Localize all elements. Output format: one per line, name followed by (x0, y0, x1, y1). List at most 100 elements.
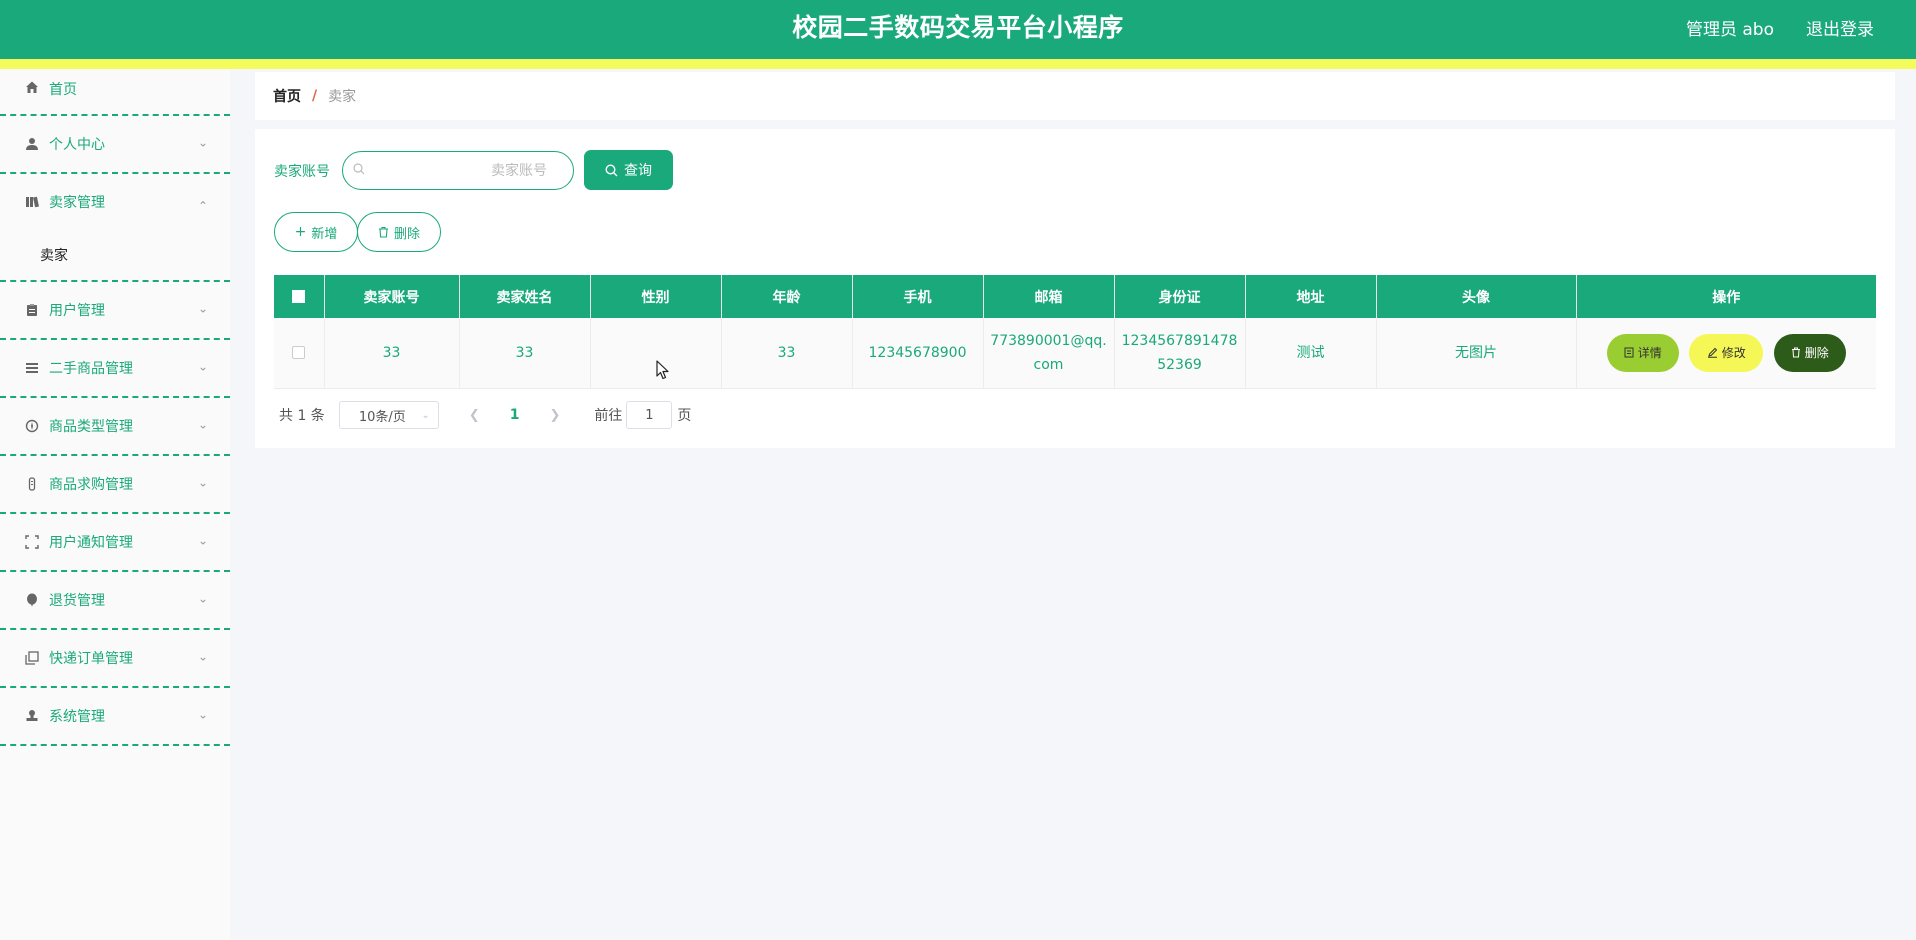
column-header: 性别 (590, 275, 722, 318)
sidebar-item-label: 商品类型管理 (49, 419, 133, 435)
user-icon (24, 136, 40, 152)
chevron-down-icon: ⌄ (197, 301, 208, 316)
cell-phone: 12345678900 (852, 318, 984, 389)
search-input-wrapper[interactable] (342, 151, 574, 190)
goto-suffix: 页 (677, 408, 692, 424)
breadcrumb-current: 卖家 (328, 89, 357, 105)
seller-table: 卖家账号 卖家姓名 性别 年龄 手机 邮箱 身份证 地址 头像 操作 33 33… (274, 275, 1876, 389)
sidebar-item-goods-request[interactable]: 商品求购管理 ⌄ (0, 456, 230, 514)
detail-button[interactable]: 详情 (1606, 333, 1679, 372)
chevron-up-icon: ⌃ (197, 199, 208, 214)
mic-icon (24, 476, 40, 492)
chevron-down-icon: ⌄ (197, 475, 208, 490)
column-header: 邮箱 (983, 275, 1115, 318)
sidebar-item-label: 系统管理 (49, 709, 105, 725)
page-size-value: 10条/页 (358, 409, 406, 425)
batch-delete-button[interactable]: 删除 (357, 212, 441, 252)
stamp-icon (24, 708, 40, 724)
mouse-cursor-icon (656, 360, 669, 380)
app-title: 校园二手数码交易平台小程序 (792, 13, 1124, 42)
sidebar-item-label: 快递订单管理 (49, 651, 133, 667)
sidebar-item-seller-management[interactable]: 卖家管理 ⌃ (0, 174, 230, 230)
chevron-down-icon: ⌄ (197, 417, 208, 432)
sidebar-item-label: 用户通知管理 (49, 535, 133, 551)
search-icon (353, 163, 367, 178)
search-icon (605, 163, 618, 176)
sidebar-item-label: 卖家管理 (49, 195, 105, 211)
delete-button-label: 删除 (1804, 345, 1829, 360)
sidebar-item-label: 退货管理 (49, 593, 105, 609)
copy-icon (24, 650, 40, 666)
add-button-label: 新增 (311, 226, 338, 242)
fullscreen-icon (24, 534, 40, 550)
chevron-down-icon: ⌄ (421, 409, 430, 421)
sidebar-item-label: 二手商品管理 (49, 361, 133, 377)
next-page-icon[interactable]: ❯ (549, 408, 560, 423)
sidebar-item-label: 商品求购管理 (49, 477, 133, 493)
column-header: 地址 (1245, 275, 1377, 318)
sidebar-item-system[interactable]: 系统管理 ⌄ (0, 688, 230, 746)
row-checkbox[interactable] (292, 346, 306, 360)
compass-icon (24, 418, 40, 434)
column-header: 卖家账号 (324, 275, 460, 318)
query-button[interactable]: 查询 (584, 150, 673, 190)
pencil-icon (1707, 348, 1717, 359)
edit-button[interactable]: 修改 (1689, 333, 1764, 372)
chevron-down-icon: ⌄ (197, 135, 208, 150)
trash-icon (378, 226, 388, 238)
trash-icon (1791, 347, 1800, 358)
cell-name: 33 (459, 318, 591, 389)
add-button[interactable]: + 新增 (274, 212, 358, 252)
sidebar-item-profile[interactable]: 个人中心 ⌄ (0, 116, 230, 174)
balloon-icon (24, 592, 40, 608)
sidebar-item-label: 首页 (49, 82, 77, 98)
current-page[interactable]: 1 (510, 407, 520, 423)
sidebar: 首页 个人中心 ⌄ 卖家管理 ⌃ 卖家 用户管理 ⌄ 二手商品管理 ⌄ 商品类型… (0, 69, 230, 940)
content-panel: 卖家账号 查询 + 新增 删除 卖家账号 卖家姓名 性别 年龄 手机 邮箱 身份… (255, 129, 1895, 448)
breadcrumb-home[interactable]: 首页 (273, 86, 301, 106)
sidebar-item-label: 用户管理 (49, 303, 105, 319)
edit-button-label: 修改 (1721, 345, 1746, 360)
cell-avatar: 无图片 (1376, 318, 1577, 389)
prev-page-icon[interactable]: ❮ (469, 408, 480, 423)
cell-account: 33 (324, 318, 460, 389)
email-line-2: com (1033, 356, 1064, 373)
delete-button[interactable]: 删除 (1773, 333, 1846, 372)
sidebar-item-user-notice[interactable]: 用户通知管理 ⌄ (0, 514, 230, 572)
sidebar-item-express-orders[interactable]: 快递订单管理 ⌄ (0, 630, 230, 688)
search-input[interactable] (367, 162, 547, 179)
goto-label: 前往 (594, 408, 623, 424)
list-icon (24, 360, 40, 376)
chevron-down-icon: ⌄ (197, 707, 208, 722)
column-header: 操作 (1576, 275, 1876, 318)
idcard-line-1: 1234567891478 (1121, 332, 1238, 349)
row-select-cell[interactable] (274, 318, 325, 389)
select-all-checkbox[interactable] (292, 290, 306, 303)
goto-page-input[interactable] (626, 401, 673, 429)
idcard-line-2: 52369 (1157, 356, 1202, 373)
detail-button-label: 详情 (1637, 345, 1662, 360)
search-label: 卖家账号 (274, 164, 330, 180)
column-header: 卖家姓名 (459, 275, 591, 318)
sidebar-item-returns[interactable]: 退货管理 ⌄ (0, 572, 230, 630)
cell-email: 773890001@qq. com (983, 318, 1115, 389)
sidebar-item-goods-type[interactable]: 商品类型管理 ⌄ (0, 398, 230, 456)
select-all-cell[interactable] (274, 275, 325, 318)
sidebar-item-user-management[interactable]: 用户管理 ⌄ (0, 282, 230, 340)
breadcrumb: 首页 / 卖家 (255, 72, 1895, 120)
sidebar-subitem-seller[interactable]: 卖家 (0, 230, 230, 282)
column-header: 年龄 (721, 275, 853, 318)
chevron-down-icon: ⌄ (197, 533, 208, 548)
email-line-1: 773890001@qq. (990, 332, 1107, 349)
logout-link[interactable]: 退出登录 (1806, 15, 1874, 40)
sidebar-item-secondhand-goods[interactable]: 二手商品管理 ⌄ (0, 340, 230, 398)
table-row: 33 33 33 12345678900 773890001@qq. com 1… (274, 318, 1876, 389)
chevron-down-icon: ⌄ (197, 359, 208, 374)
page-size-select[interactable]: 10条/页 ⌄ (338, 401, 439, 429)
pagination: 共 1 条 10条/页 ⌄ ❮ 1 ❯ 前往 页 (279, 401, 691, 429)
sidebar-item-home[interactable]: 首页 (0, 69, 230, 116)
column-header: 手机 (852, 275, 984, 318)
top-header: 校园二手数码交易平台小程序 管理员 abo 退出登录 (0, 0, 1916, 59)
home-icon (24, 79, 40, 95)
cell-operations: 详情 修改 删除 (1576, 318, 1876, 389)
